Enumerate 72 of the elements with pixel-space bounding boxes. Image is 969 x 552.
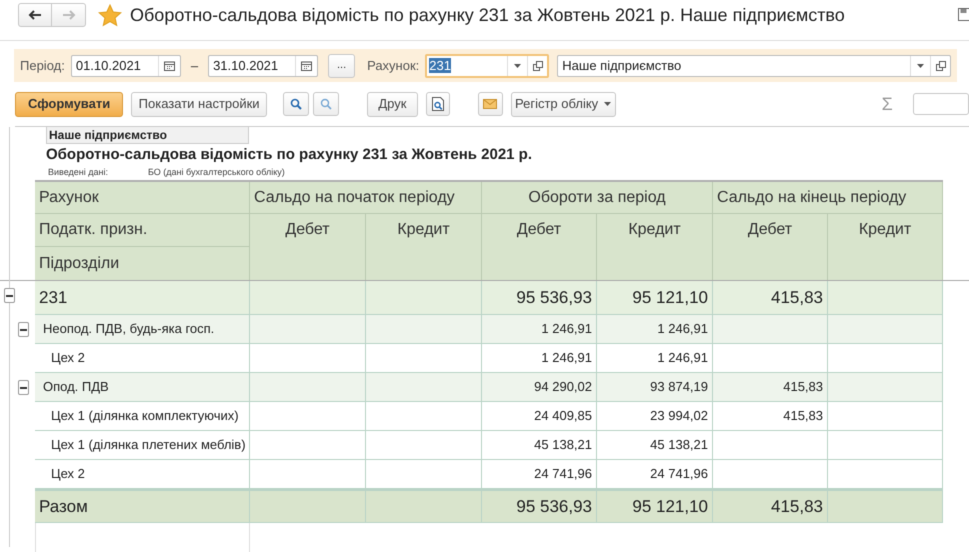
- column-header: Рахунок: [35, 182, 250, 214]
- back-arrow-icon: [28, 10, 42, 20]
- forward-arrow-icon: [62, 10, 76, 20]
- generate-button[interactable]: Сформувати: [15, 92, 124, 116]
- amount-cell-text: 45 138,21: [534, 436, 592, 454]
- dropdown-caret-icon[interactable]: [917, 64, 924, 68]
- print-button[interactable]: Друк: [367, 92, 418, 116]
- period-label: Період:: [20, 56, 65, 75]
- column-header: Податк. призн.: [35, 214, 250, 247]
- amount-cell-text: 415,83: [783, 378, 823, 396]
- dropdown-caret-icon[interactable]: [514, 64, 522, 68]
- preview-icon: [432, 97, 444, 111]
- account-label: Рахунок:: [367, 56, 420, 75]
- organization-name: Наше підприємство: [49, 127, 167, 144]
- output-label: Виведені дані:: [48, 166, 109, 180]
- window-title: Оборотно-сальдова відомість по рахунку 231 за Жовтень 2021 р. Наше підприємство: [130, 4, 845, 27]
- calendar-icon[interactable]: [164, 60, 175, 70]
- print-preview-button[interactable]: [426, 92, 450, 116]
- amount-cell-text: 95 121,10: [632, 496, 708, 518]
- calendar-icon[interactable]: [301, 60, 312, 70]
- search-button[interactable]: [283, 92, 310, 116]
- more-button[interactable]: ...: [328, 54, 356, 78]
- amount-cell-text: 93 874,19: [650, 378, 708, 396]
- amount-cell-text: 24 409,85: [534, 407, 592, 426]
- show-settings-button[interactable]: Показати настройки: [131, 92, 268, 116]
- amount-cell-text: 94 290,02: [534, 378, 592, 396]
- amount-cell-text: 1 246,91: [657, 320, 708, 338]
- sum-label: Σ: [882, 92, 893, 116]
- star-icon[interactable]: [98, 4, 122, 26]
- row-label: Цех 2: [35, 460, 250, 488]
- account-field[interactable]: 231: [425, 54, 550, 78]
- envelope-icon: [483, 99, 498, 109]
- collapse-toggle[interactable]: [18, 380, 29, 395]
- amount-cell-text: 415,83: [771, 286, 823, 309]
- open-window-icon[interactable]: [532, 60, 543, 70]
- column-group-header: Сальдо на кінець періоду: [713, 182, 943, 214]
- column-group-header: Обороти за період: [482, 182, 713, 214]
- date-field[interactable]: 01.10.2021: [70, 54, 181, 76]
- amount-cell-text: 95 121,10: [632, 286, 708, 309]
- search-reset-icon: [320, 98, 332, 110]
- row-label: Разом: [35, 491, 250, 522]
- amount-cell-text: 95 536,93: [516, 496, 592, 518]
- amount-cell-text: 1 246,91: [657, 349, 708, 368]
- collapse-toggle[interactable]: [18, 322, 29, 337]
- amount-cell-text: 24 741,96: [534, 465, 592, 484]
- amount-cell-text: 1 246,91: [541, 320, 592, 338]
- range-dash: –: [190, 56, 198, 75]
- amount-cell-text: 415,83: [783, 407, 823, 426]
- amount-cell-text: 415,83: [771, 496, 823, 518]
- report-title: Оборотно-сальдова відомість по рахунку 231 за Жовтень 2021 р.: [46, 144, 532, 165]
- row-label: Опод. ПДВ: [35, 373, 250, 401]
- amount-cell-text: 45 138,21: [650, 436, 708, 454]
- row-label: Цех 1 (ділянка комплектуючих): [35, 402, 250, 430]
- output-value: БО (дані бухгалтерського обліку): [148, 166, 285, 180]
- send-email-button[interactable]: [478, 92, 503, 116]
- amount-cell-text: 1 246,91: [541, 349, 592, 368]
- amount-cell-text: 95 536,93: [516, 286, 592, 309]
- collapse-toggle[interactable]: [4, 288, 15, 303]
- column-group-header: Сальдо на початок періоду: [250, 182, 482, 214]
- organization-field[interactable]: Наше підприємство: [557, 54, 951, 76]
- row-label: Цех 1 (ділянка плетених меблів): [35, 431, 250, 459]
- row-label: 231: [35, 281, 250, 314]
- search-icon: [290, 98, 302, 110]
- row-label: Цех 2: [35, 344, 250, 372]
- open-window-icon[interactable]: [936, 60, 946, 70]
- amount-cell-text: 23 994,02: [650, 407, 708, 426]
- amount-cell-text: 24 741,96: [650, 465, 708, 484]
- caret-icon: [604, 102, 612, 106]
- save-icon[interactable]: [958, 8, 969, 21]
- register-dropdown-button[interactable]: Регістр обліку: [510, 92, 616, 116]
- row-label: Неопод. ПДВ, будь-яка госп.: [35, 315, 250, 343]
- date-field[interactable]: 31.10.2021: [208, 54, 318, 76]
